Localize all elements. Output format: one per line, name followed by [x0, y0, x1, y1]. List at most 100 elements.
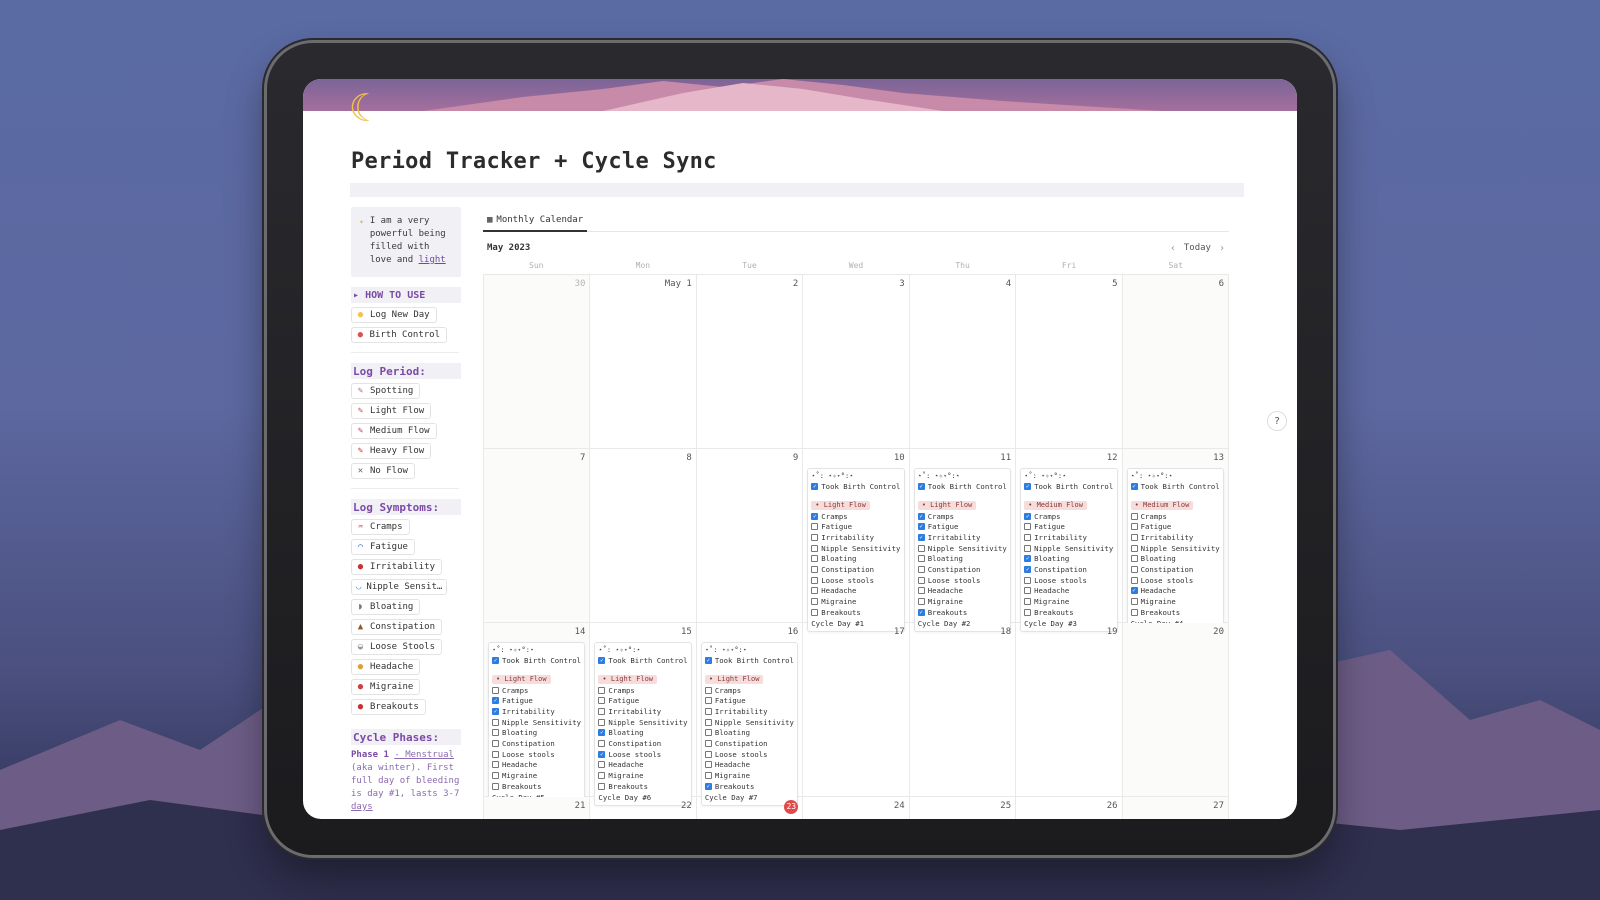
- calendar-day-cell[interactable]: 3: [803, 275, 910, 449]
- calendar-day-cell[interactable]: 18: [909, 623, 1017, 797]
- calendar-day-cell[interactable]: 20: [1122, 623, 1229, 797]
- checkbox[interactable]: [1024, 587, 1032, 595]
- calendar-day-cell[interactable]: 22: [590, 797, 697, 819]
- checkbox[interactable]: [917, 587, 925, 595]
- calendar-day-cell[interactable]: 10 ⋆˚: ⋆✧˖°:⋆ ✓ Took Birth Control • Light F…: [803, 449, 910, 632]
- affirmation-link[interactable]: light: [419, 255, 446, 265]
- medium-flow-button[interactable]: ✎ Medium Flow: [351, 423, 437, 439]
- checkbox[interactable]: [1130, 598, 1138, 606]
- day-entry-card[interactable]: ⋆˚: ⋆✧˖°:⋆ ✓ Took Birth Control • Medium Fl…: [1020, 468, 1118, 632]
- checkbox[interactable]: ✓: [811, 512, 819, 520]
- how-to-use-toggle[interactable]: ▸ HOW TO USE: [351, 287, 461, 303]
- checkbox[interactable]: [704, 697, 712, 705]
- checkbox[interactable]: ✓: [704, 782, 712, 790]
- checkbox[interactable]: ✓: [917, 512, 925, 520]
- loose-stools-button[interactable]: ◒ Loose Stools: [351, 639, 443, 655]
- breakouts-button[interactable]: ● Breakouts: [351, 699, 426, 715]
- calendar-day-cell[interactable]: 19: [1016, 623, 1123, 797]
- checkbox[interactable]: [598, 697, 606, 705]
- checkbox[interactable]: [811, 576, 819, 584]
- day-entry-card[interactable]: ⋆˚: ⋆✧˖°:⋆ ✓ Took Birth Control • Medium Fl…: [1126, 468, 1224, 632]
- no-flow-button[interactable]: ✕ No Flow: [351, 463, 415, 479]
- checkbox[interactable]: [598, 686, 606, 694]
- checkbox[interactable]: [598, 761, 606, 769]
- checkbox[interactable]: [917, 576, 925, 584]
- checkbox[interactable]: [1130, 512, 1138, 520]
- checkbox[interactable]: [1024, 544, 1032, 552]
- calendar-day-cell[interactable]: 12 ⋆˚: ⋆✧˖°:⋆ ✓ Took Birth Control • Medium …: [1016, 449, 1123, 632]
- day-entry-card[interactable]: ⋆˚: ⋆✧˖°:⋆ ✓ Took Birth Control • Light Flo…: [807, 468, 905, 632]
- checkbox[interactable]: [1130, 576, 1138, 584]
- checkbox[interactable]: ✓: [704, 656, 712, 664]
- checkbox[interactable]: [492, 772, 499, 780]
- checkbox[interactable]: ✓: [811, 482, 819, 490]
- day-entry-card[interactable]: ⋆˚: ⋆✧˖°:⋆ ✓ Took Birth Control • Light Flo…: [700, 642, 799, 806]
- checkbox[interactable]: [1130, 533, 1138, 541]
- log-new-day-button[interactable]: ● Log New Day: [351, 307, 437, 323]
- help-button[interactable]: ?: [1267, 411, 1287, 431]
- checkbox[interactable]: [811, 598, 819, 606]
- day-entry-card[interactable]: ⋆˚: ⋆✧˖°:⋆ ✓ Took Birth Control • Light Flo…: [594, 642, 692, 806]
- checkbox[interactable]: ✓: [917, 523, 925, 531]
- calendar-day-cell[interactable]: 24: [803, 797, 910, 819]
- checkbox[interactable]: [811, 544, 819, 552]
- checkbox[interactable]: [811, 608, 819, 616]
- checkbox[interactable]: ✓: [598, 656, 606, 664]
- bloating-button[interactable]: ◗ Bloating: [351, 599, 421, 615]
- checkbox[interactable]: [704, 686, 712, 694]
- constipation-button[interactable]: ▲ Constipation: [351, 619, 443, 635]
- calendar-day-cell[interactable]: 30: [484, 275, 591, 449]
- checkbox[interactable]: [598, 772, 606, 780]
- checkbox[interactable]: [1130, 565, 1138, 573]
- calendar-day-cell[interactable]: 14 ⋆˚: ⋆✧˖°:⋆ ✓ Took Birth Control • Light F…: [484, 623, 591, 806]
- checkbox[interactable]: [492, 686, 499, 694]
- checkbox[interactable]: [1024, 608, 1032, 616]
- checkbox[interactable]: [492, 739, 499, 747]
- checkbox[interactable]: [1130, 608, 1138, 616]
- checkbox[interactable]: ✓: [1130, 482, 1138, 490]
- spotting-button[interactable]: ✎ Spotting: [351, 383, 421, 399]
- checkbox[interactable]: [492, 729, 499, 737]
- checkbox[interactable]: [811, 565, 819, 573]
- checkbox[interactable]: ✓: [492, 697, 499, 705]
- checkbox[interactable]: [704, 750, 712, 758]
- checkbox[interactable]: [704, 761, 712, 769]
- calendar-day-cell[interactable]: 5: [1016, 275, 1123, 449]
- light-flow-button[interactable]: ✎ Light Flow: [351, 403, 432, 419]
- calendar-day-cell[interactable]: 8: [590, 449, 697, 623]
- checkbox[interactable]: [598, 707, 606, 715]
- calendar-day-cell[interactable]: 16 ⋆˚: ⋆✧˖°:⋆ ✓ Took Birth Control • Light F…: [696, 623, 804, 806]
- checkbox[interactable]: [917, 555, 925, 563]
- days-link[interactable]: days: [351, 802, 373, 812]
- checkbox[interactable]: [492, 750, 499, 758]
- checkbox[interactable]: [917, 598, 925, 606]
- calendar-day-cell[interactable]: May 1: [590, 275, 697, 449]
- checkbox[interactable]: [598, 739, 606, 747]
- checkbox[interactable]: [1130, 555, 1138, 563]
- checkbox[interactable]: ✓: [492, 707, 499, 715]
- checkbox[interactable]: ✓: [917, 533, 925, 541]
- checkbox[interactable]: [704, 729, 712, 737]
- calendar-day-cell[interactable]: 25: [910, 797, 1017, 819]
- calendar-day-cell[interactable]: 7: [484, 449, 591, 623]
- checkbox[interactable]: [492, 782, 499, 790]
- calendar-day-cell[interactable]: 15 ⋆˚: ⋆✧˖°:⋆ ✓ Took Birth Control • Light F…: [590, 623, 697, 806]
- checkbox[interactable]: ✓: [917, 608, 925, 616]
- checkbox[interactable]: ✓: [1024, 565, 1032, 573]
- checkbox[interactable]: ✓: [1024, 555, 1032, 563]
- migraine-button[interactable]: ● Migraine: [351, 679, 421, 695]
- headache-button[interactable]: ● Headache: [351, 659, 421, 675]
- checkbox[interactable]: [917, 544, 925, 552]
- day-entry-card[interactable]: ⋆˚: ⋆✧˖°:⋆ ✓ Took Birth Control • Light Flo…: [913, 468, 1012, 632]
- today-button[interactable]: Today: [1184, 243, 1211, 253]
- chevron-right-icon[interactable]: ›: [1219, 243, 1225, 254]
- checkbox[interactable]: [704, 739, 712, 747]
- checkbox[interactable]: [811, 587, 819, 595]
- nipple-sensit-button[interactable]: ◡ Nipple Sensit…: [351, 579, 447, 595]
- calendar-day-cell[interactable]: 4: [909, 275, 1017, 449]
- birth-control-button[interactable]: ● Birth Control: [351, 327, 447, 343]
- checkbox[interactable]: [598, 782, 606, 790]
- calendar-day-cell[interactable]: 11 ⋆˚: ⋆✧˖°:⋆ ✓ Took Birth Control • Light F…: [909, 449, 1017, 632]
- checkbox[interactable]: [704, 772, 712, 780]
- calendar-day-cell[interactable]: 23: [697, 797, 804, 819]
